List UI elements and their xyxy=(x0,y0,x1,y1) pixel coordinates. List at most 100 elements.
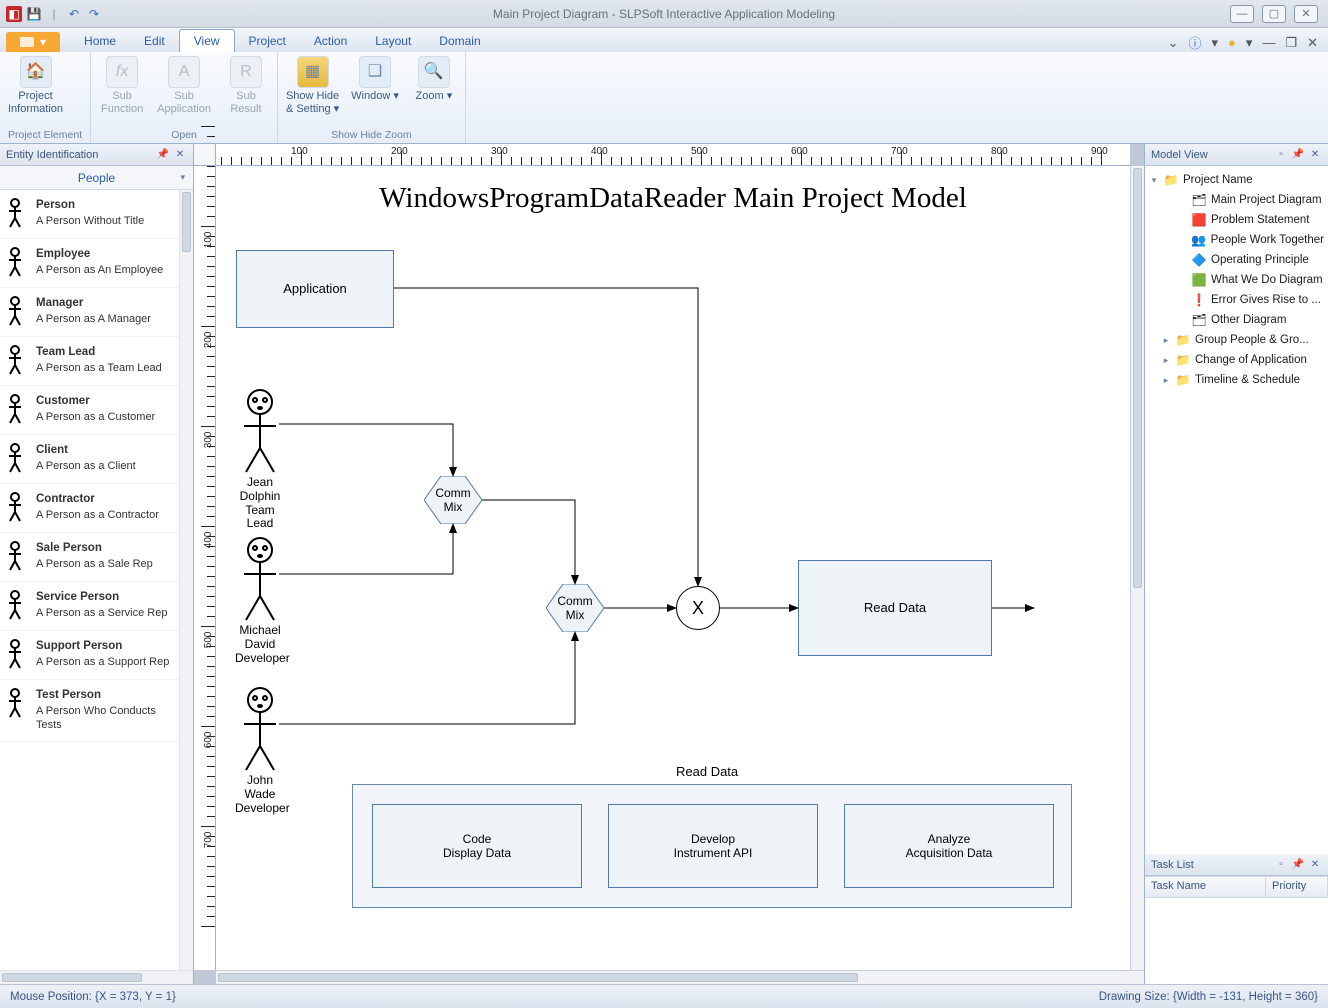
canvas-vscroll-thumb[interactable] xyxy=(1133,168,1142,588)
node-application[interactable]: Application xyxy=(236,250,394,328)
file-tab[interactable]: ▾ xyxy=(6,32,60,52)
restore-icon[interactable]: ❐ xyxy=(1285,35,1297,51)
dropdown2-icon[interactable]: ▾ xyxy=(1246,35,1253,51)
tl-pin-icon[interactable]: 📌 xyxy=(1291,858,1305,872)
node-comm-mix-2[interactable]: CommMix xyxy=(546,584,604,632)
tab-domain[interactable]: Domain xyxy=(425,30,494,52)
node-comm-mix-1[interactable]: CommMix xyxy=(424,476,482,524)
zoom-button[interactable]: 🔍Zoom ▾ xyxy=(411,56,457,103)
stick-john[interactable]: John WadeDeveloper xyxy=(235,686,285,815)
person-icon xyxy=(6,492,28,524)
mv-pin-icon[interactable]: 📌 xyxy=(1291,148,1305,162)
entity-item[interactable]: CustomerA Person as a Customer xyxy=(0,386,179,435)
close2-icon[interactable]: ✕ xyxy=(1307,35,1318,51)
show-hide-setting-button[interactable]: ▦Show Hide & Setting ▾ xyxy=(286,56,339,115)
diagram-title: WindowsProgramDataReader Main Project Mo… xyxy=(216,182,1130,215)
stick-michael[interactable]: Michael DavidDeveloper xyxy=(235,536,285,665)
project-information-button[interactable]: 🏠 Project Information xyxy=(8,56,63,115)
window-button[interactable]: ❏Window ▾ xyxy=(351,56,399,103)
entity-item[interactable]: ContractorA Person as a Contractor xyxy=(0,484,179,533)
person-icon xyxy=(238,536,282,624)
tab-action[interactable]: Action xyxy=(300,30,361,52)
subnode-code-display[interactable]: Code Display Data xyxy=(372,804,582,888)
mv-close-icon[interactable]: ✕ xyxy=(1308,148,1322,162)
node-x-gateway[interactable]: X xyxy=(676,586,720,630)
ribbon-group-project-element: 🏠 Project Information Project Element xyxy=(0,52,91,143)
mv-window-icon[interactable]: ▫ xyxy=(1274,148,1288,162)
diagram[interactable]: WindowsProgramDataReader Main Project Mo… xyxy=(216,166,1130,970)
tree-item[interactable]: 🗂Main Project Diagram xyxy=(1147,190,1326,210)
tree-root[interactable]: ▾📁Project Name xyxy=(1147,170,1326,190)
node-read-data[interactable]: Read Data xyxy=(798,560,992,656)
entity-item[interactable]: Test PersonA Person Who Conducts Tests xyxy=(0,680,179,742)
tree-item[interactable]: 🟩What We Do Diagram xyxy=(1147,270,1326,290)
tree-group[interactable]: ▸📁Group People & Gro... xyxy=(1147,330,1326,350)
model-view-header: Model View ▫ 📌 ✕ xyxy=(1145,144,1328,166)
maximize-button[interactable]: ▢ xyxy=(1262,5,1286,23)
model-tree[interactable]: ▾📁Project Name 🗂Main Project Diagram🟥Pro… xyxy=(1145,166,1328,854)
tab-layout[interactable]: Layout xyxy=(361,30,425,52)
entity-item[interactable]: Support PersonA Person as a Support Rep xyxy=(0,631,179,680)
tree-item[interactable]: 🔷Operating Principle xyxy=(1147,250,1326,270)
canvas-viewport[interactable]: WindowsProgramDataReader Main Project Mo… xyxy=(216,166,1130,970)
panel-close-icon[interactable]: ✕ xyxy=(173,148,187,162)
entity-item[interactable]: Team LeadA Person as a Team Lead xyxy=(0,337,179,386)
qat-save-icon[interactable]: 💾 xyxy=(26,6,42,22)
app-icon: ◧ xyxy=(6,6,22,22)
entity-vscroll[interactable] xyxy=(179,190,193,970)
ribbon-group-showhidezoom: ▦Show Hide & Setting ▾ ❏Window ▾ 🔍Zoom ▾… xyxy=(278,52,466,143)
dropdown-icon[interactable]: ▾ xyxy=(1212,35,1219,51)
person-icon xyxy=(6,590,28,622)
person-icon xyxy=(6,345,28,377)
entity-hscroll-thumb[interactable] xyxy=(2,973,142,982)
subnode-analyze[interactable]: Analyze Acquisition Data xyxy=(844,804,1054,888)
entity-item[interactable]: EmployeeA Person as An Employee xyxy=(0,239,179,288)
collapse-ribbon-icon[interactable]: ⌄ xyxy=(1168,35,1179,51)
qat-redo-icon[interactable]: ↷ xyxy=(86,6,102,22)
tab-project[interactable]: Project xyxy=(235,30,300,52)
close-button[interactable]: ✕ xyxy=(1294,5,1318,23)
entity-vscroll-thumb[interactable] xyxy=(182,192,191,252)
subnode-develop-api[interactable]: Develop Instrument API xyxy=(608,804,818,888)
entity-item[interactable]: ManagerA Person as A Manager xyxy=(0,288,179,337)
tl-window-icon[interactable]: ▫ xyxy=(1274,858,1288,872)
help-icon[interactable]: ⓘ xyxy=(1189,33,1202,52)
tree-group[interactable]: ▸📁Timeline & Schedule xyxy=(1147,370,1326,390)
tab-edit[interactable]: Edit xyxy=(130,30,179,52)
entity-item[interactable]: Sale PersonA Person as a Sale Rep xyxy=(0,533,179,582)
min2-icon[interactable]: — xyxy=(1262,35,1275,50)
entity-item[interactable]: ClientA Person as a Client xyxy=(0,435,179,484)
tree-group[interactable]: ▸📁Change of Application xyxy=(1147,350,1326,370)
qat-undo-icon[interactable]: ↶ xyxy=(66,6,82,22)
pin-icon[interactable]: 📌 xyxy=(156,148,170,162)
task-col-name[interactable]: Task Name xyxy=(1145,877,1266,897)
main-area: Entity Identification 📌 ✕ People PersonA… xyxy=(0,144,1328,984)
tree-item-icon: 👥 xyxy=(1191,232,1207,248)
tab-home[interactable]: Home xyxy=(70,30,130,52)
entity-hscroll[interactable] xyxy=(0,970,193,984)
task-col-priority[interactable]: Priority xyxy=(1266,877,1328,897)
entity-category-select[interactable]: People xyxy=(0,166,193,190)
entity-item[interactable]: Service PersonA Person as a Service Rep xyxy=(0,582,179,631)
svg-text:Mix: Mix xyxy=(444,500,463,514)
entity-item[interactable]: PersonA Person Without Title xyxy=(0,190,179,239)
minimize-button[interactable]: — xyxy=(1230,5,1254,23)
canvas-hscroll[interactable] xyxy=(216,970,1144,984)
svg-text:Mix: Mix xyxy=(566,608,585,622)
model-view-title: Model View xyxy=(1151,149,1208,161)
tree-item-icon: 🟩 xyxy=(1191,272,1207,288)
tree-item[interactable]: 🗂Other Diagram xyxy=(1147,310,1326,330)
status-dot-icon[interactable]: ● xyxy=(1228,35,1236,50)
right-panels: Model View ▫ 📌 ✕ ▾📁Project Name 🗂Main Pr… xyxy=(1144,144,1328,984)
window-controls: — ▢ ✕ xyxy=(1220,5,1328,23)
tree-item[interactable]: 🟥Problem Statement xyxy=(1147,210,1326,230)
tree-item[interactable]: ❗Error Gives Rise to ... xyxy=(1147,290,1326,310)
tl-close-icon[interactable]: ✕ xyxy=(1308,858,1322,872)
folder-icon: 📁 xyxy=(1175,372,1191,388)
folder-icon: 📁 xyxy=(1163,172,1179,188)
canvas-hscroll-thumb[interactable] xyxy=(218,973,858,982)
stick-jean[interactable]: Jean DolphinTeam Lead xyxy=(235,388,285,531)
tab-view[interactable]: View xyxy=(179,29,235,52)
tree-item[interactable]: 👥People Work Together xyxy=(1147,230,1326,250)
canvas-vscroll[interactable] xyxy=(1130,166,1144,970)
